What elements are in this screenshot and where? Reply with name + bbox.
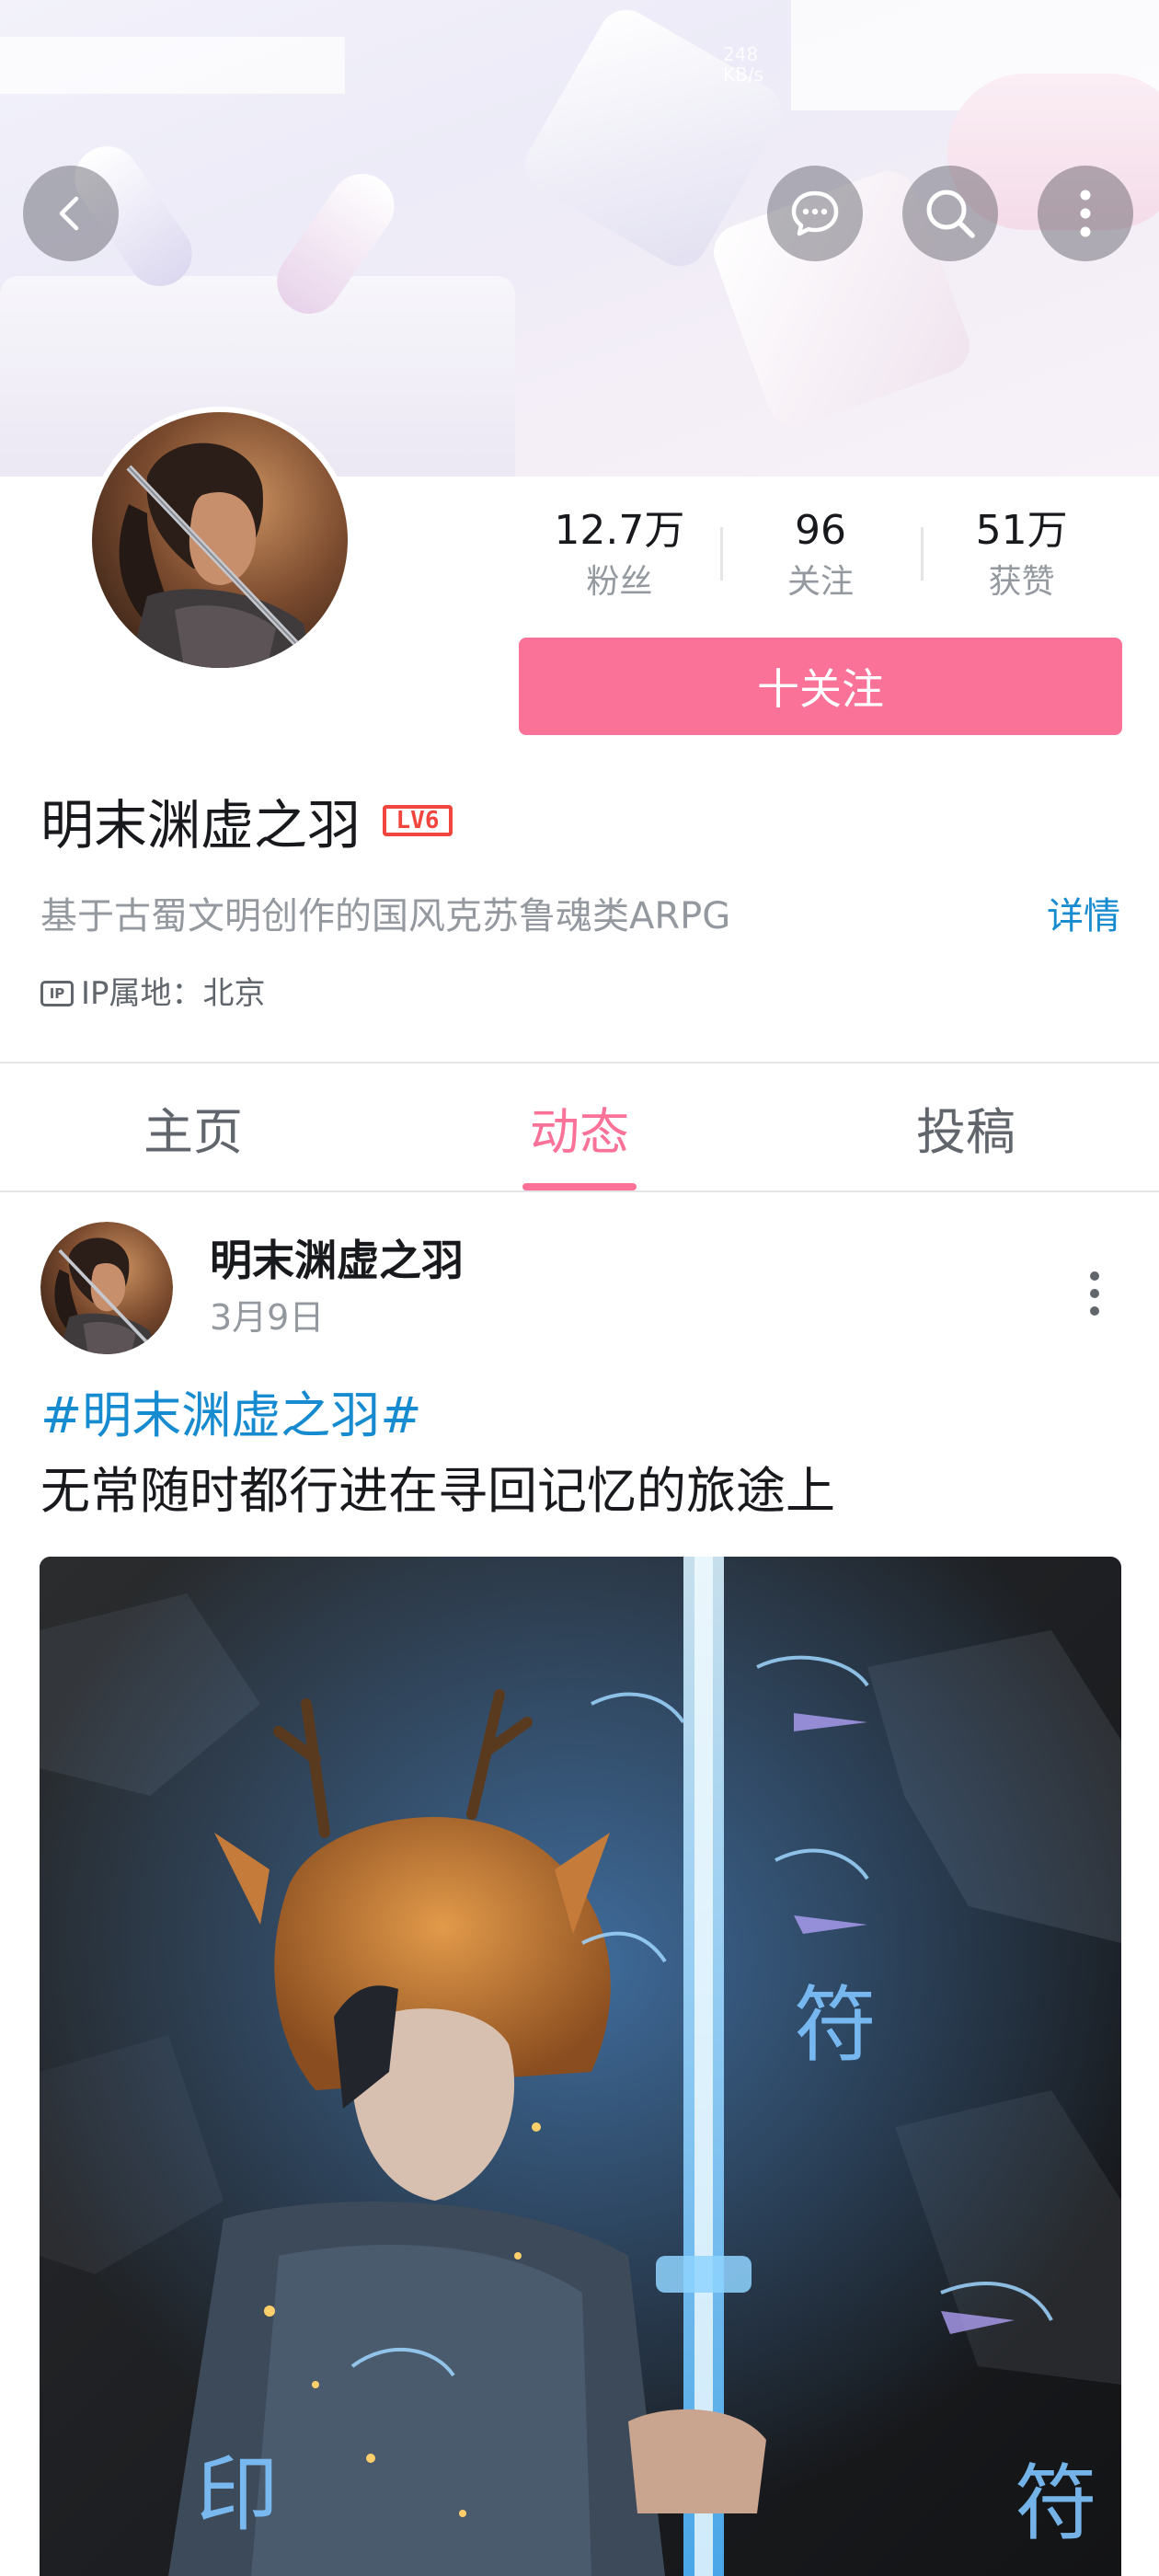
stat-followers-value: 12.7万 — [554, 507, 685, 554]
chat-bubble-icon — [791, 190, 839, 236]
network-speed-value: 248 — [723, 43, 759, 65]
more-vertical-icon — [1080, 190, 1091, 237]
tab-submissions[interactable]: 投稿 — [773, 1064, 1159, 1190]
ip-location: IP IP属地：北京 — [40, 972, 266, 1016]
avatar-image — [40, 1222, 173, 1354]
message-button[interactable] — [767, 166, 863, 261]
stat-likes-value: 51万 — [975, 507, 1068, 554]
search-button[interactable] — [902, 166, 998, 261]
post-text: 无常随时都行进在寻回记忆的旅途上 — [40, 1462, 835, 1520]
profile-name: 明末渊虚之羽 — [40, 794, 361, 857]
more-options-button[interactable] — [1038, 166, 1133, 261]
post-date: 3月9日 — [210, 1297, 325, 1338]
more-vertical-icon — [1090, 1271, 1099, 1316]
ip-icon: IP — [40, 981, 74, 1006]
post-hashtag[interactable]: #明末渊虚之羽# — [40, 1384, 422, 1448]
tab-dynamics[interactable]: 动态 — [386, 1064, 773, 1190]
profile-avatar[interactable] — [86, 407, 353, 673]
decorative-glyph: 符 — [1015, 2455, 1097, 2552]
profile-name-row: 明末渊虚之羽 LV6 — [40, 784, 453, 857]
banner-decoration — [0, 37, 345, 94]
profile-stats: 12.7万 粉丝 96 关注 51万 获赞 — [519, 501, 1122, 612]
level-badge: LV6 — [383, 805, 453, 836]
stat-following-label: 关注 — [787, 563, 855, 601]
stat-followers[interactable]: 12.7万 粉丝 — [519, 501, 720, 612]
follow-button[interactable]: 十关注 — [519, 638, 1122, 735]
network-speed-unit: KB/s — [723, 63, 763, 86]
post-more-button[interactable] — [1069, 1266, 1120, 1321]
profile-tabs: 主页 动态 投稿 — [0, 1064, 1159, 1192]
decorative-glyph: 印 — [196, 2446, 279, 2543]
profile-bio: 基于古蜀文明创作的国风克苏鲁魂类ARPG — [40, 895, 731, 937]
post-image[interactable]: 符 符 印 — [40, 1557, 1121, 2576]
decorative-glyph: 符 — [794, 1977, 877, 2074]
tab-home[interactable]: 主页 — [0, 1064, 386, 1190]
post-author-avatar[interactable] — [40, 1222, 173, 1354]
ip-location-text: IP属地：北京 — [81, 975, 266, 1012]
search-icon — [926, 190, 975, 238]
network-speed: 248 KB/s — [723, 44, 763, 85]
details-link[interactable]: 详情 — [1047, 891, 1120, 942]
stat-following[interactable]: 96 关注 — [719, 501, 922, 612]
stat-likes[interactable]: 51万 获赞 — [921, 501, 1122, 612]
stat-following-value: 96 — [795, 507, 846, 554]
post-author-name[interactable]: 明末渊虚之羽 — [210, 1233, 464, 1288]
back-button[interactable] — [23, 166, 119, 261]
stat-followers-label: 粉丝 — [586, 563, 653, 601]
avatar-image — [92, 412, 348, 668]
stat-likes-label: 获赞 — [988, 563, 1055, 601]
chevron-left-icon — [59, 196, 79, 231]
